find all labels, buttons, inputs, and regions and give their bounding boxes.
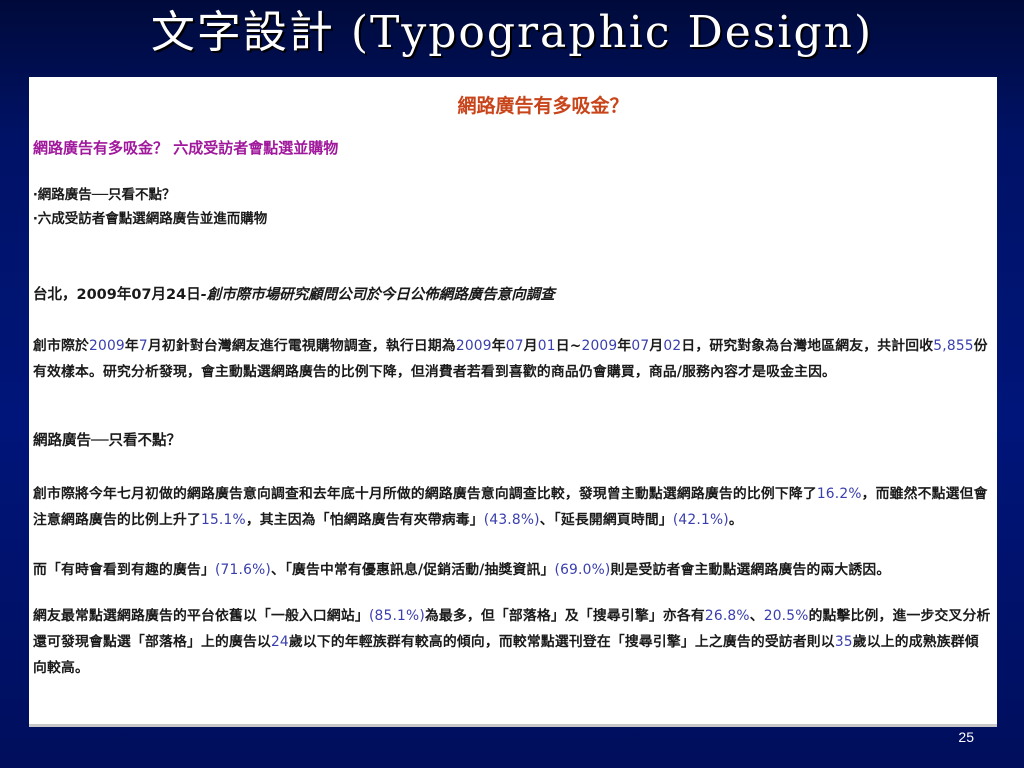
dateline-date: 2009年07月24日 [76,287,201,303]
slide-title: 文字設計 (Typographic Design) [150,7,874,58]
page-number: 25 [958,729,974,745]
article-headline: 網路廣告有多吸金？ 六成受訪者會點選並購物 [33,139,339,157]
section-title: 網路廣告──只看不點？ [33,433,181,449]
paragraph-motivations: 而「有時會看到有趣的廣告」(71.6%)、「廣告中常有優惠訊息/促銷活動/抽獎資… [33,562,891,578]
summary-bullets: ‧網路廣告──只看不點？ ‧六成受訪者會點選網路廣告並進而購物 [33,183,267,231]
bullet-item: ‧網路廣告──只看不點？ [33,187,176,203]
bullet-item: ‧六成受訪者會點選網路廣告並進而購物 [33,211,268,227]
dateline: 台北，2009年07月24日-創市際市場研究顧問公司於今日公佈網路廣告意向調查 [33,283,555,304]
paragraph-comparison: 創市際將今年七月初做的網路廣告意向調查和去年底十月所做的網路廣告意向調查比較，發… [33,486,988,528]
paragraph-intro: 創市際於2009年7月初針對台灣網友進行電視購物調查，執行日期為2009年07月… [33,338,988,380]
paragraph-platforms: 網友最常點選網路廣告的平台依舊以「一般入口網站」(85.1%)為最多，但「部落格… [33,608,991,676]
article-screenshot: 網路廣告有多吸金？ 網路廣告有多吸金？ 六成受訪者會點選並購物 ‧網路廣告──只… [29,77,997,727]
article-heading: 網路廣告有多吸金？ [457,95,629,117]
dateline-source: -創市際市場研究顧問公司於今日公佈網路廣告意向調查 [200,287,555,303]
dateline-place: 台北， [33,287,77,303]
